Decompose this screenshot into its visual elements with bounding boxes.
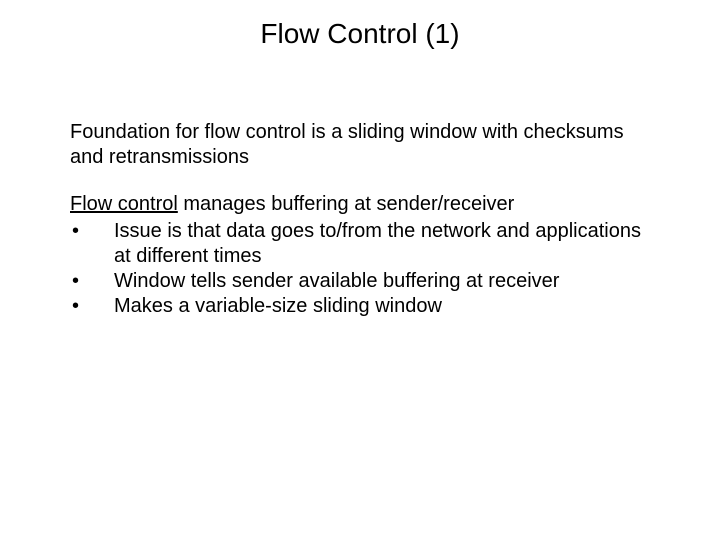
list-item: • Makes a variable-size sliding window <box>70 294 650 319</box>
list-item: • Issue is that data goes to/from the ne… <box>70 219 650 269</box>
bullet-text: Issue is that data goes to/from the netw… <box>114 219 650 269</box>
intro-paragraph: Foundation for flow control is a sliding… <box>70 120 650 170</box>
bullet-mark: • <box>70 269 114 294</box>
bullet-mark: • <box>70 219 114 244</box>
bullet-text: Window tells sender available buffering … <box>114 269 650 294</box>
slide-body: Foundation for flow control is a sliding… <box>70 120 650 319</box>
list-item: • Window tells sender available bufferin… <box>70 269 650 294</box>
bullet-text: Makes a variable-size sliding window <box>114 294 650 319</box>
lead-underlined: Flow control <box>70 193 178 215</box>
slide: Flow Control (1) Foundation for flow con… <box>0 0 720 540</box>
lead-rest: manages buffering at sender/receiver <box>178 193 515 215</box>
lead-paragraph: Flow control manages buffering at sender… <box>70 192 650 217</box>
slide-title: Flow Control (1) <box>70 18 650 50</box>
bullet-mark: • <box>70 294 114 319</box>
bullet-list: • Issue is that data goes to/from the ne… <box>70 219 650 319</box>
